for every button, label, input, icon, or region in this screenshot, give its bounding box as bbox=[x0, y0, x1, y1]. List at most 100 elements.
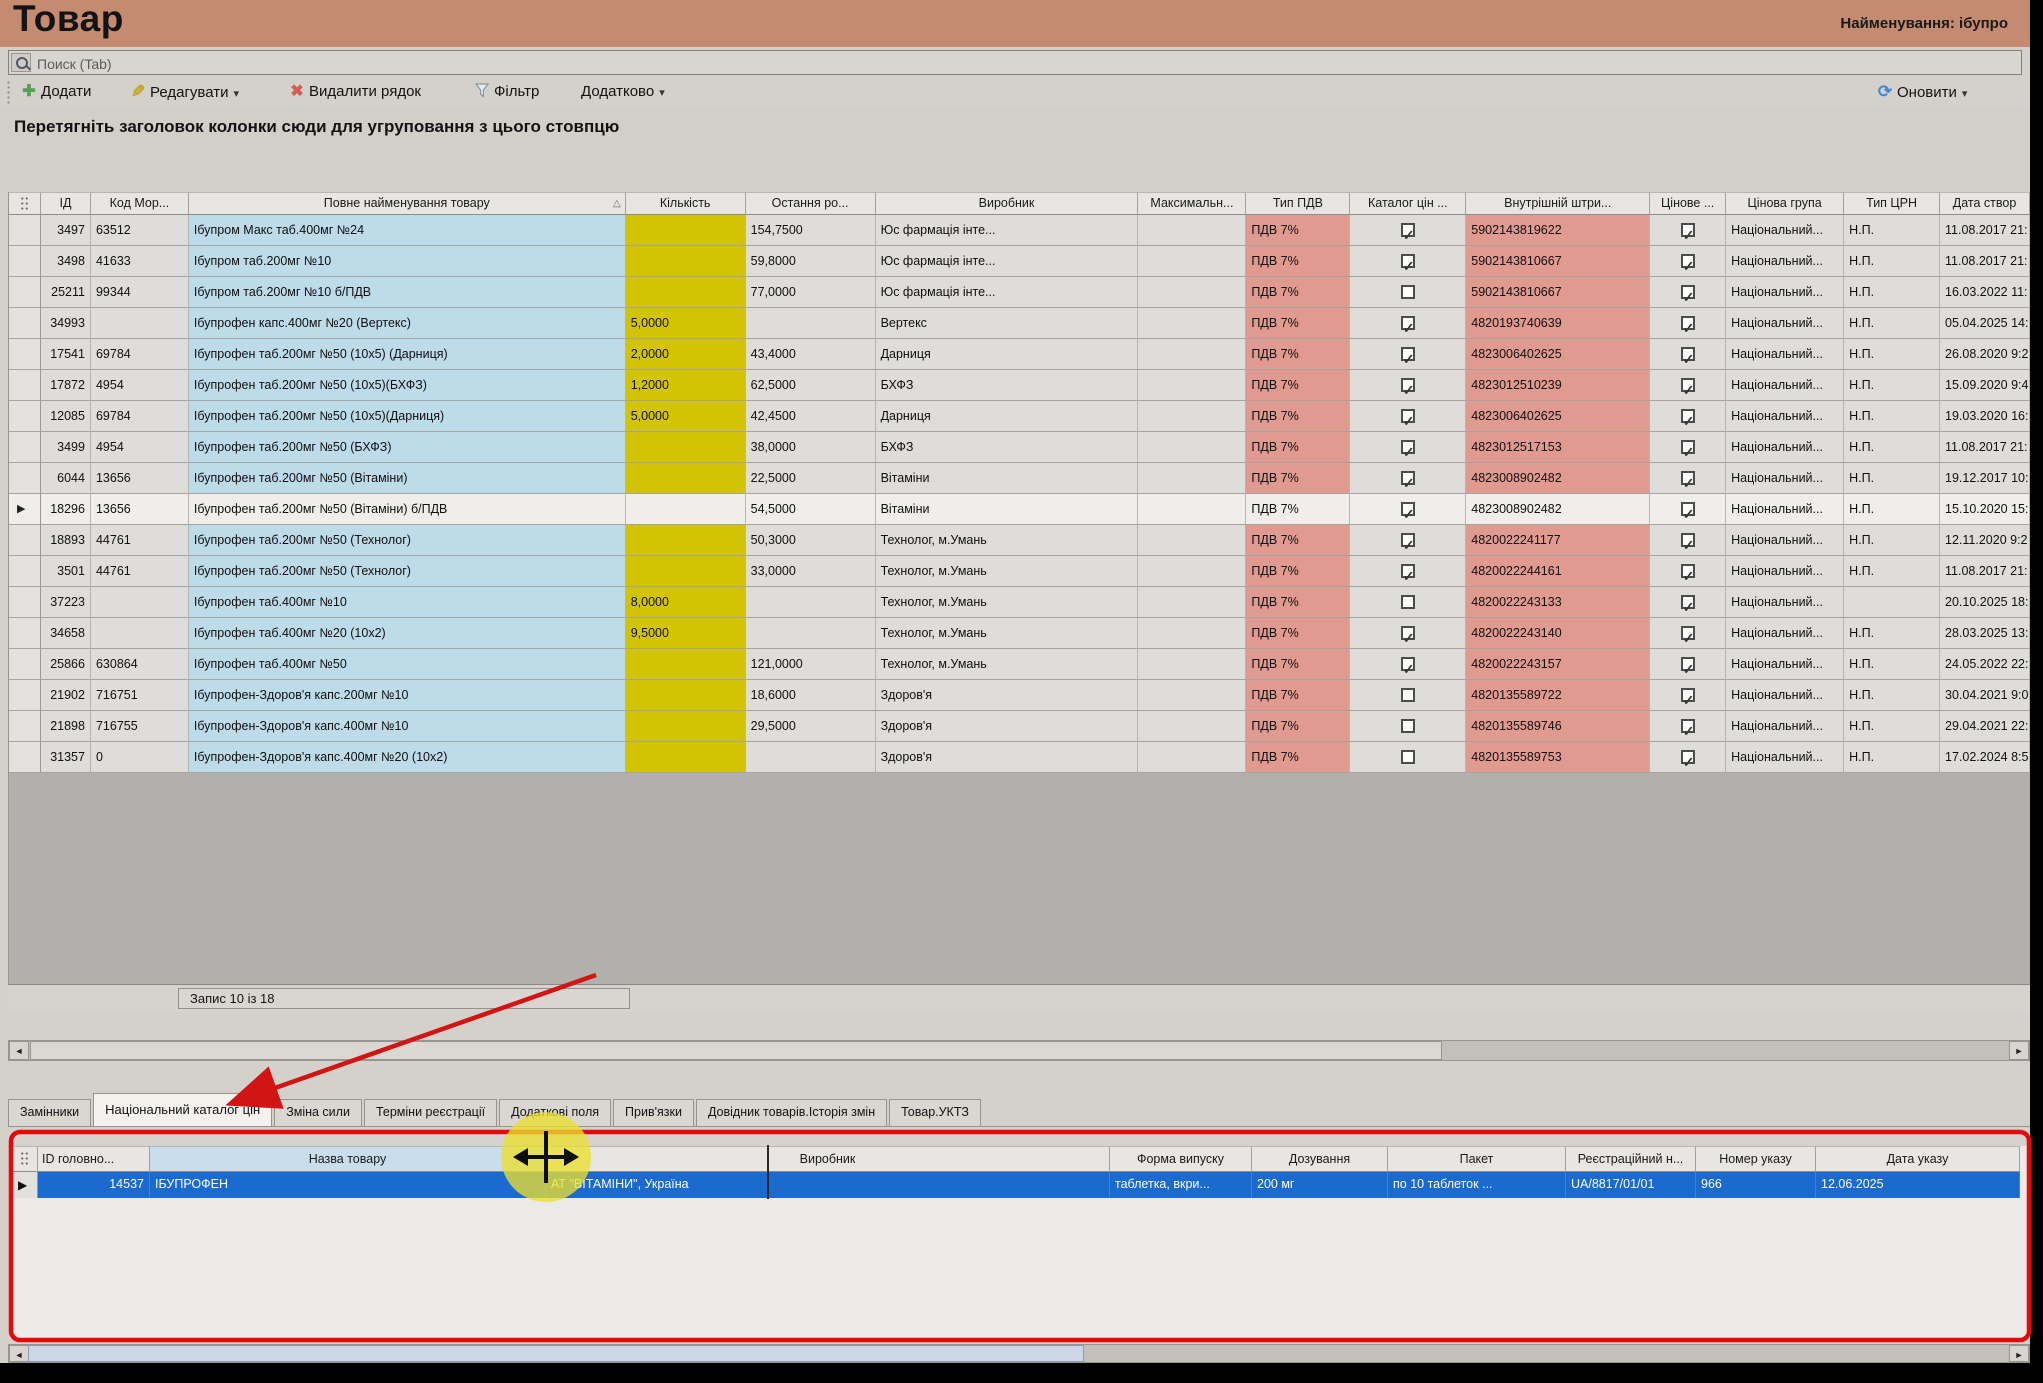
cell-code[interactable]: 4954 bbox=[91, 370, 189, 401]
cell-last[interactable]: 121,0000 bbox=[746, 649, 876, 680]
cell-manufacturer[interactable]: Технолог, м.Умань bbox=[876, 525, 1139, 556]
cell-qty[interactable]: 5,0000 bbox=[626, 401, 746, 432]
cell-code[interactable]: 99344 bbox=[91, 277, 189, 308]
cell-last[interactable]: 38,0000 bbox=[746, 432, 876, 463]
detail-column-header-reg_number[interactable]: Реєстраційний н... bbox=[1566, 1146, 1696, 1172]
cell-crn[interactable]: Н.П. bbox=[1844, 618, 1940, 649]
cell-name[interactable]: Ібупрофен таб.400мг №10 bbox=[189, 587, 626, 618]
cell-name[interactable]: Ібупрофен-Здоров'я капс.400мг №20 (10х2) bbox=[189, 742, 626, 773]
cell-price_group[interactable]: Національний... bbox=[1726, 215, 1844, 246]
cell-max[interactable] bbox=[1138, 587, 1246, 618]
filter-button[interactable]: Фільтр bbox=[468, 79, 545, 105]
cell-id[interactable]: 18893 bbox=[41, 525, 91, 556]
cell-crn[interactable]: Н.П. bbox=[1844, 494, 1940, 525]
cell-id[interactable]: 21898 bbox=[41, 711, 91, 742]
cell-name[interactable]: Ібупрофен таб.200мг №50 (БХФЗ) bbox=[189, 432, 626, 463]
cell-vat[interactable]: ПДВ 7% bbox=[1246, 618, 1350, 649]
cell-created[interactable]: 17.02.2024 8:5 bbox=[1940, 742, 2030, 773]
cell-id[interactable]: 25866 bbox=[41, 649, 91, 680]
cell-price_check[interactable] bbox=[1650, 711, 1726, 742]
cell-price_group[interactable]: Національний... bbox=[1726, 432, 1844, 463]
cell-code[interactable]: 69784 bbox=[91, 339, 189, 370]
cell-max[interactable] bbox=[1138, 277, 1246, 308]
checkbox-checked-icon[interactable] bbox=[1681, 471, 1695, 485]
cell-catalog[interactable] bbox=[1350, 618, 1466, 649]
search-bar[interactable] bbox=[8, 50, 2022, 75]
cell-id[interactable]: 3501 bbox=[41, 556, 91, 587]
row-indicator[interactable] bbox=[9, 618, 41, 649]
cell-vat[interactable]: ПДВ 7% bbox=[1246, 680, 1350, 711]
cell-qty[interactable]: 8,0000 bbox=[626, 587, 746, 618]
cell-barcode[interactable]: 4823008902482 bbox=[1466, 494, 1650, 525]
cell-barcode[interactable]: 5902143819622 bbox=[1466, 215, 1650, 246]
cell-qty[interactable] bbox=[626, 525, 746, 556]
cell-catalog[interactable] bbox=[1350, 277, 1466, 308]
cell-id[interactable]: 21902 bbox=[41, 680, 91, 711]
cell-qty[interactable] bbox=[626, 494, 746, 525]
cell-code[interactable]: 41633 bbox=[91, 246, 189, 277]
cell-max[interactable] bbox=[1138, 308, 1246, 339]
cell-last[interactable] bbox=[746, 308, 876, 339]
cell-manufacturer[interactable]: Дарниця bbox=[876, 339, 1139, 370]
cell-vat[interactable]: ПДВ 7% bbox=[1246, 556, 1350, 587]
row-indicator[interactable] bbox=[9, 308, 41, 339]
cell-max[interactable] bbox=[1138, 494, 1246, 525]
cell-id[interactable]: 34993 bbox=[41, 308, 91, 339]
cell-id[interactable]: 34658 bbox=[41, 618, 91, 649]
cell-created[interactable]: 24.05.2022 22: bbox=[1940, 649, 2030, 680]
cell-max[interactable] bbox=[1138, 215, 1246, 246]
checkbox-checked-icon[interactable] bbox=[1401, 657, 1415, 671]
scroll-thumb[interactable] bbox=[28, 1345, 1084, 1362]
cell-price_check[interactable] bbox=[1650, 525, 1726, 556]
detail-column-header-decree_number[interactable]: Номер указу bbox=[1696, 1146, 1816, 1172]
cell-qty[interactable]: 5,0000 bbox=[626, 308, 746, 339]
detail-column-header-decree_date[interactable]: Дата указу bbox=[1816, 1146, 2020, 1172]
cell-manufacturer[interactable]: Здоров'я bbox=[876, 680, 1139, 711]
cell-id[interactable]: 17541 bbox=[41, 339, 91, 370]
detail-column-header-package[interactable]: Пакет bbox=[1388, 1146, 1566, 1172]
cell-barcode[interactable]: 4820022243133 bbox=[1466, 587, 1650, 618]
cell-price_check[interactable] bbox=[1650, 215, 1726, 246]
tab-national-price-catalog[interactable]: Національний каталог цін bbox=[93, 1093, 272, 1126]
cell-created[interactable]: 19.12.2017 10: bbox=[1940, 463, 2030, 494]
row-indicator[interactable] bbox=[9, 680, 41, 711]
cell-id[interactable]: 17872 bbox=[41, 370, 91, 401]
cell-manufacturer[interactable]: БХФЗ bbox=[876, 370, 1139, 401]
cell-barcode[interactable]: 4823006402625 bbox=[1466, 401, 1650, 432]
cell-id[interactable]: 3499 bbox=[41, 432, 91, 463]
cell-price_group[interactable]: Національний... bbox=[1726, 308, 1844, 339]
cell-last[interactable]: 18,6000 bbox=[746, 680, 876, 711]
cell-vat[interactable]: ПДВ 7% bbox=[1246, 401, 1350, 432]
cell-last[interactable]: 29,5000 bbox=[746, 711, 876, 742]
cell-max[interactable] bbox=[1138, 618, 1246, 649]
cell-created[interactable]: 11.08.2017 21: bbox=[1940, 246, 2030, 277]
cell-catalog[interactable] bbox=[1350, 246, 1466, 277]
cell-crn[interactable]: Н.П. bbox=[1844, 525, 1940, 556]
cell-price_check[interactable] bbox=[1650, 463, 1726, 494]
grid-handle-icon[interactable] bbox=[9, 192, 41, 215]
cell-created[interactable]: 05.04.2025 14: bbox=[1940, 308, 2030, 339]
detail-column-header-form[interactable]: Форма випуску bbox=[1110, 1146, 1252, 1172]
cell-crn[interactable]: Н.П. bbox=[1844, 246, 1940, 277]
cell-vat[interactable]: ПДВ 7% bbox=[1246, 370, 1350, 401]
cell-price_group[interactable]: Національний... bbox=[1726, 556, 1844, 587]
column-header-name[interactable]: Повне найменування товару△ bbox=[189, 192, 626, 215]
row-indicator[interactable] bbox=[9, 649, 41, 680]
cell-price_check[interactable] bbox=[1650, 370, 1726, 401]
detail-grid-row[interactable]: 14537ІБУПРОФЕНАТ "ВІТАМІНИ", Українатабл… bbox=[12, 1172, 2020, 1198]
cell-price_check[interactable] bbox=[1650, 742, 1726, 773]
row-indicator[interactable] bbox=[9, 463, 41, 494]
cell-created[interactable]: 28.03.2025 13: bbox=[1940, 618, 2030, 649]
cell-barcode[interactable]: 5902143810667 bbox=[1466, 246, 1650, 277]
cell-manufacturer[interactable]: Технолог, м.Умань bbox=[876, 556, 1139, 587]
cell-id[interactable]: 12085 bbox=[41, 401, 91, 432]
scroll-right-button[interactable] bbox=[2009, 1345, 2029, 1362]
cell-qty[interactable] bbox=[626, 742, 746, 773]
cell-max[interactable] bbox=[1138, 680, 1246, 711]
column-header-created[interactable]: Дата створ bbox=[1940, 192, 2030, 215]
scroll-left-button[interactable] bbox=[9, 1041, 29, 1060]
cell-qty[interactable] bbox=[626, 463, 746, 494]
cell-last[interactable] bbox=[746, 742, 876, 773]
cell-qty[interactable] bbox=[626, 711, 746, 742]
cell-crn[interactable]: Н.П. bbox=[1844, 680, 1940, 711]
